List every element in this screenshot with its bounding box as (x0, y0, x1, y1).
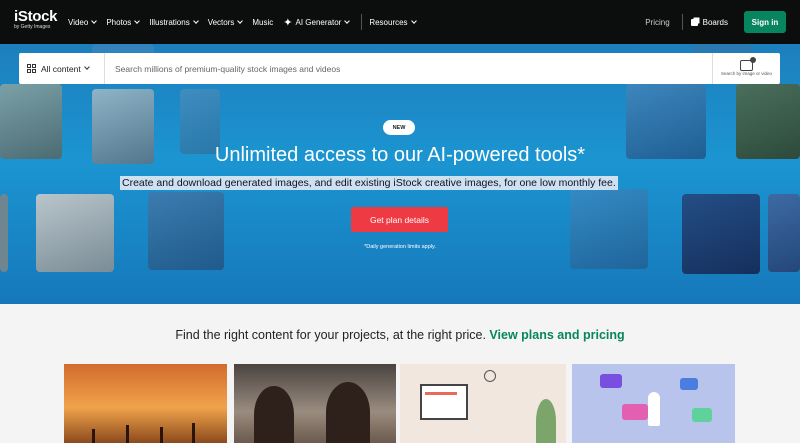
content-card-3d-rocket[interactable] (572, 364, 735, 443)
chat-bubble (600, 374, 622, 388)
giraffe-silhouette (160, 427, 163, 443)
boards-link[interactable]: Boards (690, 17, 728, 27)
chevron-down-icon (134, 17, 141, 24)
hero-headline: Unlimited access to our AI-powered tools… (214, 144, 586, 166)
hero-subheadline: Create and download generated images, an… (120, 176, 618, 190)
istock-logo[interactable]: iStock by Getty Images (14, 8, 58, 30)
sign-in-button[interactable]: Sign in (744, 11, 786, 33)
chevron-down-icon (91, 17, 98, 24)
content-card-illustration[interactable] (400, 364, 566, 443)
chevron-down-icon (83, 64, 90, 70)
chevron-down-icon (344, 17, 351, 24)
rocket-icon (648, 392, 660, 426)
nav-ai-generator-label: AI Generator (295, 17, 342, 27)
boards-label: Boards (702, 17, 728, 27)
clock-icon (484, 370, 496, 382)
chevron-down-icon (237, 17, 244, 24)
person-figure (254, 386, 294, 443)
pricing-prompt-text: Find the right content for your projects… (175, 328, 486, 342)
chat-bubble (692, 408, 712, 422)
person-figure (326, 382, 370, 443)
nav-photos[interactable]: Photos (106, 17, 141, 27)
nav-photos-label: Photos (106, 17, 132, 27)
nav-right: Pricing Boards Sign in (645, 0, 786, 44)
hero-disclaimer: *Daily generation limits apply. (364, 244, 436, 250)
giraffe-silhouette (126, 425, 129, 443)
monitor-bar (425, 392, 457, 395)
top-navbar: iStock by Getty Images Video Photos Illu… (0, 0, 800, 44)
image-search-label: Search by image or video (720, 71, 773, 77)
grid-icon (27, 64, 36, 73)
pricing-prompt: Find the right content for your projects… (0, 328, 800, 342)
nav-vectors-label: Vectors (207, 17, 235, 27)
nav-illustrations[interactable]: Illustrations (149, 17, 199, 27)
hero-image-tile (570, 189, 648, 269)
chevron-down-icon (410, 17, 417, 24)
boards-icon (690, 18, 698, 26)
chat-bubble (622, 404, 648, 420)
nav-video[interactable]: Video (68, 17, 98, 27)
image-search-icon (740, 57, 756, 72)
hero-banner: All content Search by image or video NEW… (0, 44, 800, 304)
nav-divider (361, 14, 363, 30)
hero-image-tile (0, 194, 8, 272)
nav-music-label: Music (252, 17, 274, 27)
logo-text: iStock (14, 8, 58, 25)
nav-divider (681, 14, 683, 30)
hero-image-tile (768, 194, 800, 272)
chat-bubble (680, 378, 698, 390)
plant-illustration (536, 399, 556, 443)
get-plan-details-button[interactable]: Get plan details (351, 207, 448, 232)
content-card-cooking[interactable] (234, 364, 396, 443)
nav-vectors[interactable]: Vectors (207, 17, 244, 27)
view-plans-link[interactable]: View plans and pricing (489, 328, 624, 342)
content-card-savanna[interactable] (64, 364, 227, 443)
logo-subtext: by Getty Images (14, 24, 51, 30)
search-bar: All content Search by image or video (19, 53, 780, 84)
hero-image-tile (682, 194, 760, 274)
giraffe-silhouette (92, 429, 95, 443)
search-input[interactable] (105, 53, 712, 84)
nav-illustrations-label: Illustrations (149, 17, 190, 27)
sparkle-icon: ✦ (283, 16, 293, 29)
nav-ai-generator[interactable]: ✦ AI Generator (283, 16, 351, 29)
image-search-button[interactable]: Search by image or video (712, 53, 780, 84)
giraffe-silhouette (192, 423, 195, 443)
monitor-illustration (420, 384, 468, 420)
new-badge: NEW (383, 120, 415, 135)
main-menu: Video Photos Illustrations Vectors Music… (68, 0, 426, 44)
hero-image-tile (36, 194, 114, 272)
nav-music[interactable]: Music (252, 18, 273, 27)
content-type-dropdown[interactable]: All content (19, 53, 105, 84)
content-type-label: All content (41, 63, 81, 74)
pricing-link[interactable]: Pricing (645, 18, 669, 27)
nav-resources[interactable]: Resources (369, 17, 417, 27)
chevron-down-icon (192, 17, 199, 24)
nav-video-label: Video (68, 17, 89, 27)
hero-image-tile (148, 192, 224, 270)
nav-resources-label: Resources (369, 17, 408, 27)
